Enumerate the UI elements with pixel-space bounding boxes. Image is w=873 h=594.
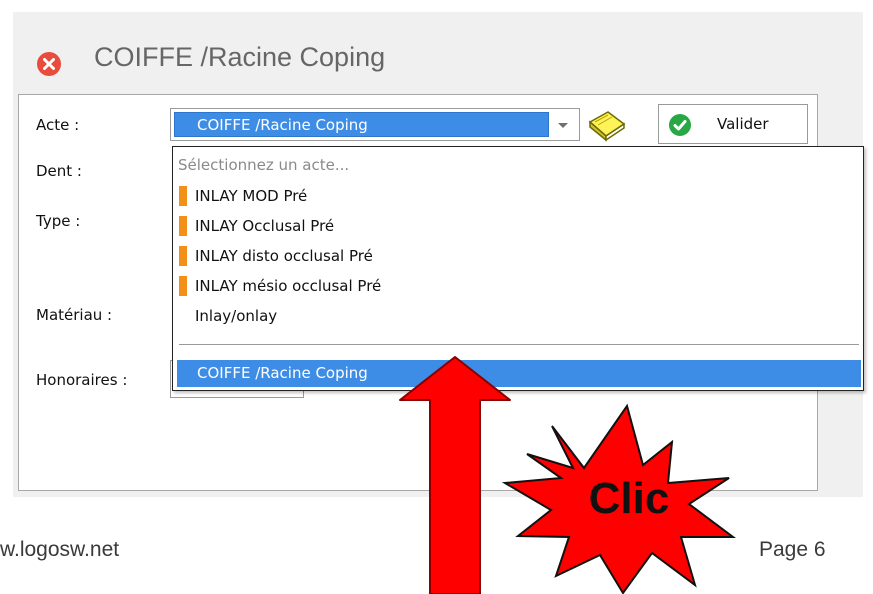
footer-page-number: Page 6 bbox=[759, 538, 826, 561]
footer-website: w.logosw.net bbox=[0, 538, 120, 561]
clic-label: Clic bbox=[588, 474, 670, 523]
annotation-overlay bbox=[399, 356, 736, 594]
red-up-arrow bbox=[399, 356, 511, 594]
